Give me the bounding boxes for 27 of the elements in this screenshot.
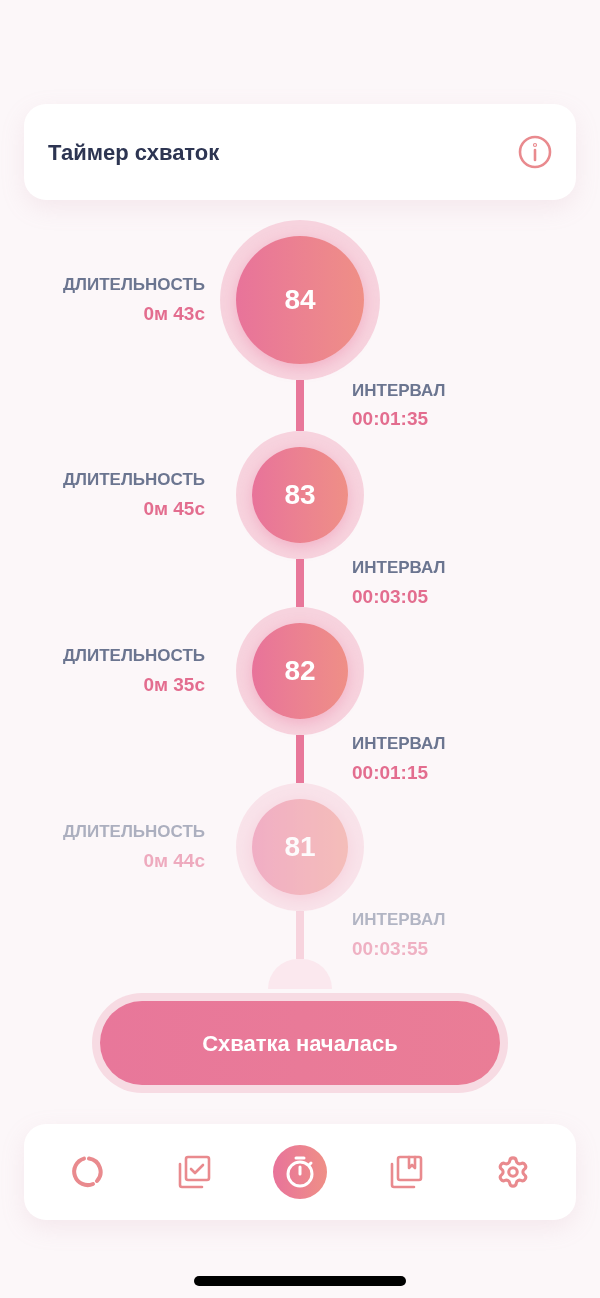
page-title: Таймер схваток	[48, 138, 220, 167]
interval-value: 00:01:35	[352, 407, 429, 431]
interval-value: 00:03:55	[352, 936, 429, 961]
interval-label: ИНТЕРВАЛ	[352, 733, 446, 755]
contraction-number[interactable]: 83	[252, 447, 348, 543]
start-contraction-button[interactable]: Схватка началась	[100, 1001, 500, 1085]
duration-value: 0м 45с	[143, 496, 205, 521]
interval-label: ИНТЕРВАЛ	[352, 379, 446, 402]
duration-label: ДЛИТЕЛЬНОСТЬ	[62, 645, 205, 667]
duration-value: 0м 44с	[143, 848, 205, 873]
bookmark-stack-icon	[389, 1155, 424, 1189]
info-icon[interactable]	[518, 135, 552, 169]
duration-label: ДЛИТЕЛЬНОСТЬ	[62, 469, 205, 491]
duration-label: ДЛИТЕЛЬНОСТЬ	[62, 274, 205, 296]
contraction-number[interactable]: 84	[236, 236, 364, 364]
contraction-number[interactable]: 82	[252, 623, 348, 719]
contraction-number[interactable]: 81	[252, 799, 348, 895]
duration-value: 0м 35с	[143, 672, 205, 697]
interval-value: 00:01:15	[352, 760, 429, 785]
interval-label: ИНТЕРВАЛ	[352, 557, 446, 579]
nav-tab[interactable]	[272, 1145, 327, 1199]
duration-value: 0м 43с	[143, 301, 205, 326]
interval-label: ИНТЕРВАЛ	[352, 909, 446, 931]
checked-stack-icon	[176, 1155, 211, 1189]
interval-value: 00:03:05	[352, 584, 429, 609]
progress-ring-icon	[70, 1155, 105, 1189]
duration-label: ДЛИТЕЛЬНОСТЬ	[62, 821, 205, 843]
